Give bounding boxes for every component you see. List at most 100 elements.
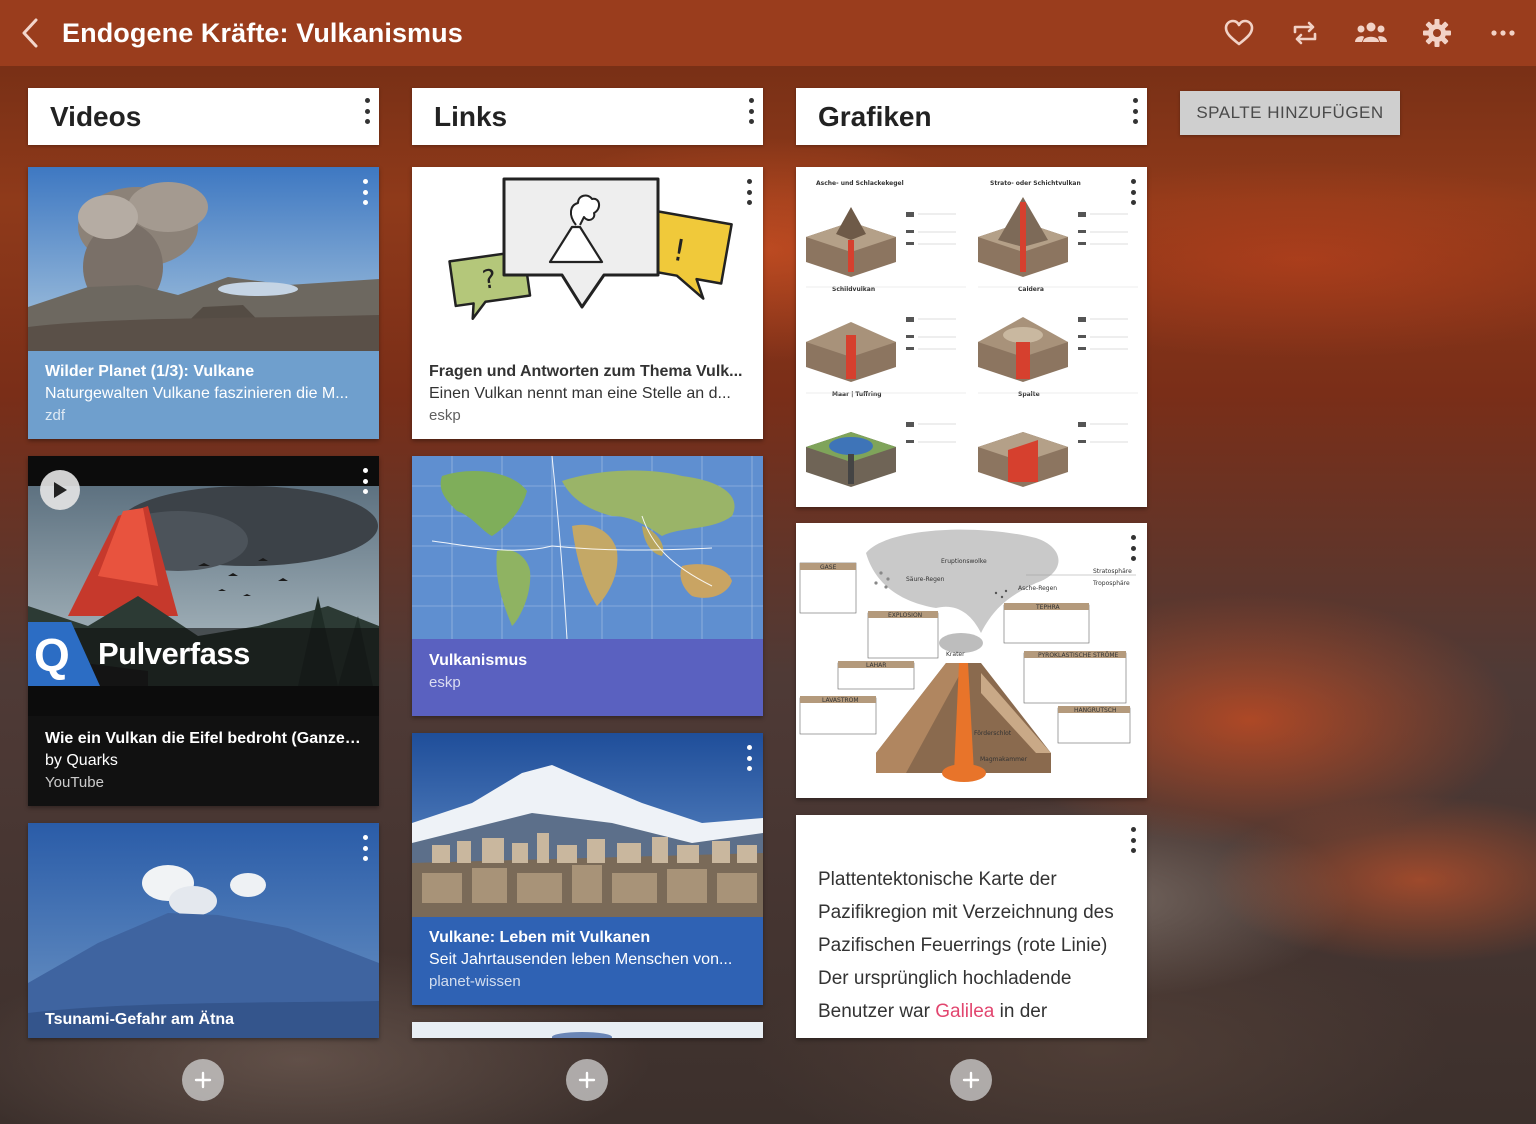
- post-menu-button[interactable]: [361, 468, 369, 494]
- diagram-label: GASE: [820, 564, 837, 571]
- post-menu-button[interactable]: [361, 179, 369, 205]
- eruption-diagram: Eruptionswolke Stratosphäre Troposphäre …: [796, 523, 1147, 798]
- note-line: Der ursprünglich hochladende: [818, 968, 1072, 989]
- more-button[interactable]: [1470, 0, 1536, 66]
- board-title: Endogene Kräfte: Vulkanismus: [62, 17, 463, 48]
- post-card[interactable]: Eruptionswolke Stratosphäre Troposphäre …: [796, 523, 1147, 798]
- top-bar: Endogene Kräfte: Vulkanismus: [0, 0, 1536, 66]
- note-line: Pazifikregion mit Verzeichnung des: [818, 902, 1114, 923]
- column-title: Videos: [50, 100, 142, 132]
- column-links: Links: [412, 88, 763, 145]
- more-icon: [1491, 30, 1515, 36]
- note-line: Benutzer war Galilea in der: [818, 995, 1138, 1028]
- add-post-button[interactable]: [950, 1059, 992, 1101]
- post-thumbnail: [28, 167, 379, 351]
- back-button[interactable]: [0, 0, 62, 66]
- note-text-segment: in der: [994, 1001, 1048, 1022]
- diagram-label: Eruptionswolke: [941, 558, 987, 565]
- post-info: Wilder Planet (1/3): Vulkane Naturgewalt…: [28, 351, 379, 439]
- post-description: Seit Jahrtausenden leben Menschen von...: [429, 951, 733, 968]
- column-videos: Videos: [28, 88, 379, 145]
- post-card[interactable]: Wilder Planet (1/3): Vulkane Naturgewalt…: [28, 167, 379, 439]
- top-actions: [1206, 0, 1536, 66]
- heart-icon: [1224, 19, 1254, 46]
- post-info: Tsunami-Gefahr am Ätna: [28, 1009, 379, 1038]
- post-source: planet-wissen: [429, 973, 521, 990]
- post-card[interactable]: Vulkanismus eskp: [412, 456, 763, 716]
- post-title: Vulkane: Leben mit Vulkanen: [429, 929, 651, 946]
- post-card[interactable]: Plattentektonische Karte der Pazifikregi…: [796, 815, 1147, 1038]
- post-description: Naturgewalten Vulkane faszinieren die M.…: [45, 385, 349, 402]
- diagram-label: HANGRUTSCH: [1074, 707, 1117, 714]
- diagram-label: LAVASTROM: [822, 697, 859, 704]
- post-title: Wilder Planet (1/3): Vulkane: [45, 363, 255, 380]
- post-card[interactable]: Q Pulverfass Wie ein Vulkan die Eifel be…: [28, 456, 379, 806]
- plus-icon: [194, 1071, 212, 1089]
- post-menu-button[interactable]: [1129, 535, 1137, 561]
- post-card[interactable]: Tsunami-Gefahr am Ätna: [28, 823, 379, 1038]
- add-post-button[interactable]: [566, 1059, 608, 1101]
- post-source: eskp: [429, 407, 461, 424]
- post-menu-button[interactable]: [1129, 179, 1137, 205]
- diagram-label: Asche-Regen: [1018, 585, 1057, 592]
- diagram-label: Krater: [946, 651, 965, 658]
- post-card[interactable]: Vulkane: Leben mit Vulkanen Seit Jahrtau…: [412, 733, 763, 1005]
- user-link[interactable]: Galilea: [935, 1001, 994, 1022]
- post-description: by Quarks: [45, 752, 118, 769]
- gear-icon: [1423, 19, 1451, 47]
- post-card[interactable]: Asche- und Schlackekegel Strato- oder Sc…: [796, 167, 1147, 507]
- diagram-label: Säure-Regen: [906, 576, 945, 583]
- post-info: Vulkanismus eskp: [412, 650, 763, 716]
- settings-button[interactable]: [1404, 0, 1470, 66]
- column-grafiken: Grafiken: [796, 88, 1147, 145]
- diagram-label: Stratosphäre: [1093, 568, 1132, 575]
- post-title: Vulkanismus: [429, 652, 528, 669]
- column-menu-button[interactable]: [363, 98, 371, 124]
- diagram-label: LAHAR: [866, 662, 886, 669]
- like-button[interactable]: [1206, 0, 1272, 66]
- post-card[interactable]: [412, 1022, 763, 1038]
- post-thumbnail: Q Pulverfass: [28, 456, 379, 716]
- column-menu-button[interactable]: [1131, 98, 1139, 124]
- volcano-types-diagram: Asche- und Schlackekegel Strato- oder Sc…: [796, 167, 1147, 507]
- post-title: Fragen und Antworten zum Thema Vulk...: [429, 363, 743, 380]
- plus-icon: [578, 1071, 596, 1089]
- post-menu-button[interactable]: [745, 745, 753, 771]
- note-body: Plattentektonische Karte der Pazifikregi…: [818, 863, 1138, 1028]
- post-source: YouTube: [45, 774, 104, 791]
- diagram-label: TEPHRA: [1035, 604, 1061, 611]
- add-post-button[interactable]: [182, 1059, 224, 1101]
- post-description: Einen Vulkan nennt man eine Stelle an d.…: [429, 385, 731, 402]
- note-line: Pazifischen Feuerrings (rote Linie): [818, 935, 1108, 956]
- add-column-button[interactable]: SPALTE HINZUFÜGEN: [1180, 91, 1400, 135]
- post-thumbnail: [412, 456, 763, 639]
- post-thumbnail: [412, 733, 763, 917]
- post-title: Wie ein Vulkan die Eifel bedroht (Ganze …: [45, 730, 362, 747]
- post-menu-button[interactable]: [745, 179, 753, 205]
- post-source: zdf: [45, 407, 66, 424]
- post-card[interactable]: ? ! Fragen und Antworten zum Thema Vulk.…: [412, 167, 763, 439]
- plus-icon: [962, 1071, 980, 1089]
- post-menu-button[interactable]: [1129, 827, 1137, 853]
- share-button[interactable]: [1338, 0, 1404, 66]
- post-info: Vulkane: Leben mit Vulkanen Seit Jahrtau…: [412, 927, 763, 1005]
- chevron-left-icon: [22, 18, 38, 48]
- column-header: Videos: [28, 88, 379, 145]
- play-icon: [54, 482, 67, 498]
- diagram-label: EXPLOSION: [888, 612, 922, 619]
- diagram-label: Strato- oder Schichtvulkan: [990, 180, 1081, 187]
- remake-button[interactable]: [1272, 0, 1338, 66]
- post-thumbnail: ? !: [412, 167, 763, 351]
- diagram-label: Troposphäre: [1092, 580, 1130, 587]
- diagram-label: Asche- und Schlackekegel: [816, 180, 904, 187]
- column-title: Links: [434, 100, 508, 132]
- post-source: eskp: [429, 674, 461, 691]
- people-icon: [1355, 22, 1387, 42]
- post-info: Fragen und Antworten zum Thema Vulk... E…: [412, 361, 763, 439]
- diagram-label: Förderschlot: [974, 730, 1012, 737]
- play-button[interactable]: [40, 470, 80, 510]
- column-menu-button[interactable]: [747, 98, 755, 124]
- post-menu-button[interactable]: [361, 835, 369, 861]
- diagram-label: Spalte: [1018, 391, 1040, 398]
- note-text-segment: Benutzer war: [818, 1001, 936, 1022]
